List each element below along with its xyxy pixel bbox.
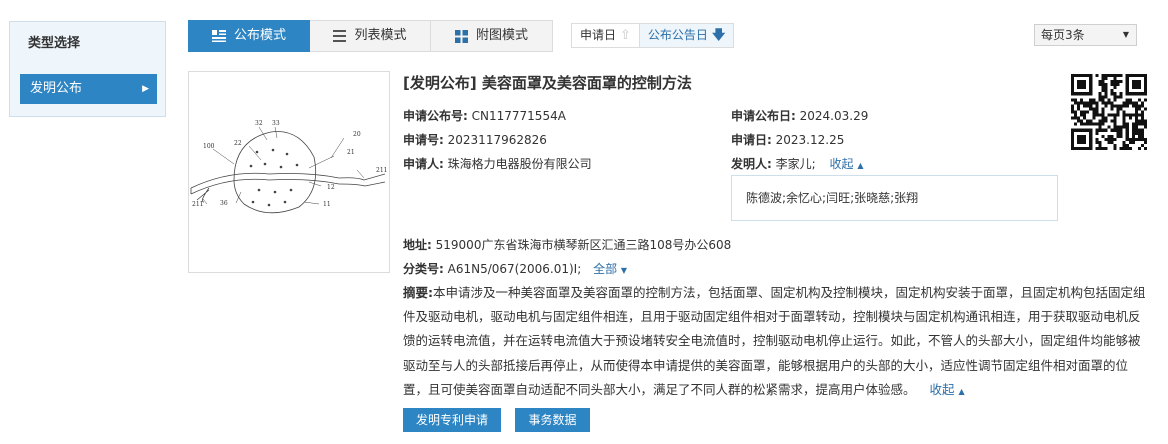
field-label: 申请公布号: bbox=[403, 109, 468, 123]
abstract-text: 本申请涉及一种美容面罩及美容面罩的控制方法，包括面罩、固定机构及控制模块，固定机… bbox=[403, 285, 1146, 397]
type-filter-title: 类型选择 bbox=[28, 36, 81, 51]
field-label: 申请人: bbox=[403, 157, 444, 171]
tab-list-mode[interactable]: 列表模式 bbox=[310, 20, 431, 52]
invention-application-button[interactable]: 发明专利申请 bbox=[403, 408, 501, 432]
tab-label: 列表模式 bbox=[354, 28, 407, 43]
drawing-label: 22 bbox=[234, 140, 242, 147]
application-number: 2023117962826 bbox=[447, 133, 547, 147]
grid-view-icon bbox=[454, 29, 468, 43]
tab-label: 附图模式 bbox=[475, 28, 528, 43]
collapse-label: 收起 bbox=[829, 157, 854, 171]
publication-number: CN117771554A bbox=[471, 109, 566, 123]
tab-label: 公布模式 bbox=[233, 28, 286, 43]
application-date-field: 申请日: 2023.12.25 bbox=[731, 131, 844, 148]
application-date: 2023.12.25 bbox=[775, 133, 845, 147]
show-all-classes-link[interactable]: 全部 ▼ bbox=[593, 262, 627, 276]
abstract: 摘要:本申请涉及一种美容面罩及美容面罩的控制方法，包括面罩、固定机构及控制模块，… bbox=[403, 281, 1149, 404]
sort-by-publication-date-button[interactable]: 公布公告日 🡇 bbox=[638, 24, 734, 47]
classification-field: 分类号: A61N5/067(2006.01)I; 全部 ▼ bbox=[403, 260, 627, 277]
sidebar-item-label: 发明公布 bbox=[30, 81, 83, 96]
tab-figure-mode[interactable]: 附图模式 bbox=[431, 20, 553, 52]
field-label: 摘要: bbox=[403, 285, 433, 300]
address-field: 地址: 519000广东省珠海市横琴新区汇通三路108号办公608 bbox=[403, 236, 731, 253]
view-mode-tabs: 公布模式 列表模式 附图模式 bbox=[188, 20, 553, 52]
publication-date-field: 申请公布日: 2024.03.29 bbox=[731, 107, 868, 124]
field-label: 发明人: bbox=[731, 157, 772, 171]
qr-code-image bbox=[1071, 74, 1147, 150]
inventor-field: 发明人: 李家儿; 收起 ▲ bbox=[731, 155, 864, 172]
publication-number-field: 申请公布号: CN117771554A bbox=[403, 107, 566, 124]
inventor: 李家儿; bbox=[775, 157, 816, 171]
page-size-value: 每页3条 bbox=[1041, 28, 1085, 42]
drawing-label: 21 bbox=[347, 149, 355, 156]
sort-by-application-date-button[interactable]: 申请日 ⇧ bbox=[572, 24, 639, 47]
inventor-collapse-link[interactable]: 收起 ▲ bbox=[830, 157, 864, 171]
tab-publication-mode[interactable]: 公布模式 bbox=[188, 20, 310, 52]
field-label: 地址: bbox=[403, 238, 432, 252]
drawing-label: 20 bbox=[353, 131, 361, 138]
field-label: 申请日: bbox=[731, 133, 772, 147]
sort-label: 申请日 bbox=[580, 28, 617, 42]
drawing-label: 100 bbox=[203, 143, 215, 150]
field-label: 分类号: bbox=[403, 262, 444, 276]
affairs-data-button[interactable]: 事务数据 bbox=[515, 408, 590, 432]
address: 519000广东省珠海市横琴新区汇通三路108号办公608 bbox=[435, 238, 732, 252]
sidebar-item-invention-publication[interactable]: 发明公布 ▶ bbox=[20, 74, 157, 104]
triangle-up-icon: ▲ bbox=[857, 161, 864, 170]
card-view-icon bbox=[211, 30, 226, 42]
drawing-label: 11 bbox=[323, 201, 331, 208]
drawing-label: 12 bbox=[327, 184, 335, 191]
classification-number: A61N5/067(2006.01)I; bbox=[447, 262, 582, 276]
drawing-label: 36 bbox=[220, 200, 228, 207]
patent-drawing-image: 32 33 20 22 21 100 12 211 211 36 11 bbox=[190, 120, 387, 214]
application-number-field: 申请号: 2023117962826 bbox=[403, 131, 547, 148]
drawing-label: 33 bbox=[272, 120, 280, 127]
triangle-down-icon: ▼ bbox=[620, 266, 628, 275]
all-label: 全部 bbox=[593, 262, 618, 276]
more-inventors-box: 陈德波;余忆心;闫旺;张晓慈;张翔 bbox=[731, 175, 1058, 221]
abstract-collapse-link[interactable]: 收起 ▲ bbox=[930, 382, 965, 397]
type-filter-panel: 类型选择 发明公布 ▶ bbox=[9, 21, 166, 117]
list-view-icon bbox=[333, 30, 347, 42]
chevron-right-icon: ▶ bbox=[142, 84, 149, 94]
page-size-select[interactable]: 每页3条 ▼ bbox=[1034, 24, 1137, 46]
drawing-label: 211 bbox=[192, 201, 203, 208]
triangle-up-icon: ▲ bbox=[958, 386, 965, 396]
sort-controls: 申请日 ⇧ 公布公告日 🡇 bbox=[571, 23, 735, 48]
patent-title: [发明公布] 美容面罩及美容面罩的控制方法 bbox=[403, 74, 692, 92]
publication-date: 2024.03.29 bbox=[799, 109, 869, 123]
drawing-label: 32 bbox=[255, 120, 263, 127]
chevron-down-icon: ▼ bbox=[1122, 30, 1129, 39]
arrow-up-icon: ⇧ bbox=[620, 28, 631, 43]
field-label: 申请公布日: bbox=[731, 109, 796, 123]
sort-label: 公布公告日 bbox=[647, 28, 708, 42]
collapse-label: 收起 bbox=[929, 381, 955, 397]
arrow-down-icon: 🡇 bbox=[711, 28, 726, 43]
applicant: 珠海格力电器股份有限公司 bbox=[447, 157, 592, 171]
field-label: 申请号: bbox=[403, 133, 444, 147]
applicant-field: 申请人: 珠海格力电器股份有限公司 bbox=[403, 155, 592, 172]
patent-drawing-thumbnail[interactable]: 32 33 20 22 21 100 12 211 211 36 11 bbox=[188, 71, 390, 273]
drawing-label: 211 bbox=[376, 167, 387, 174]
